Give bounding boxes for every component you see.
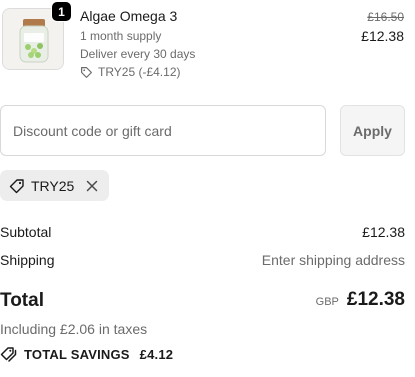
discount-code-input[interactable] (0, 105, 326, 156)
product-original-price: £16.50 (367, 10, 404, 24)
product-price: £12.38 (361, 28, 404, 44)
apply-button[interactable]: Apply (340, 105, 405, 156)
product-name: Algae Omega 3 (80, 8, 178, 24)
tag-icon (9, 178, 24, 193)
product-thumbnail-wrap: 1 (2, 1, 72, 70)
savings-label: TOTAL SAVINGS (24, 346, 130, 362)
cart-line-item: 1 Algae Omega 3 1 month supply Deliver e… (0, 0, 415, 90)
shipping-row: Shipping Enter shipping address (0, 252, 405, 268)
total-amount: £12.38 (346, 289, 405, 310)
close-icon (87, 180, 98, 191)
tag-icon (81, 66, 92, 78)
remove-discount-button[interactable] (84, 178, 100, 194)
total-value-group: GBP £12.38 (316, 289, 405, 311)
subtotal-value: £12.38 (362, 224, 405, 240)
product-discount-label: TRY25 (-£4.12) (98, 65, 181, 79)
subtotal-label: Subtotal (0, 224, 52, 240)
shipping-label: Shipping (0, 252, 55, 268)
shipping-value: Enter shipping address (261, 252, 405, 268)
taxes-note: Including £2.06 in taxes (0, 321, 148, 337)
tags-icon (0, 347, 17, 362)
total-savings: TOTAL SAVINGS £4.12 (0, 346, 173, 362)
product-discount: TRY25 (-£4.12) (80, 65, 180, 79)
product-frequency: Deliver every 30 days (80, 47, 196, 61)
product-supply: 1 month supply (80, 29, 162, 43)
currency-code: GBP (315, 296, 339, 308)
savings-value: £4.12 (139, 346, 174, 362)
total-label: Total (0, 290, 44, 311)
quantity-badge: 1 (51, 1, 72, 22)
applied-discount-chip: TRY25 (0, 170, 110, 201)
subtotal-row: Subtotal £12.38 (0, 224, 405, 240)
applied-code-label: TRY25 (31, 177, 75, 194)
